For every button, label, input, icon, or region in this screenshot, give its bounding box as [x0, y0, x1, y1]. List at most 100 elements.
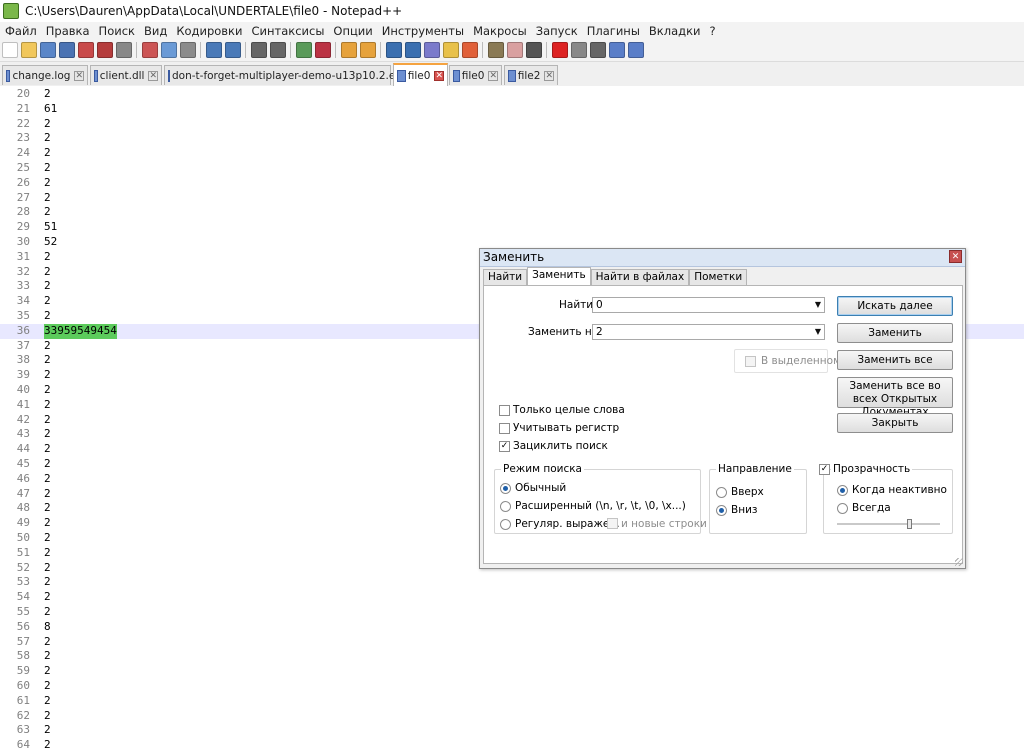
- replace-icon[interactable]: [270, 42, 286, 58]
- menu-item-3[interactable]: Вид: [144, 24, 167, 38]
- tab-close-icon[interactable]: ✕: [434, 70, 444, 81]
- tab-close-icon[interactable]: ✕: [74, 70, 84, 81]
- dialog-tab-0[interactable]: Найти: [483, 269, 528, 286]
- line-text[interactable]: 2: [44, 694, 51, 709]
- line-text[interactable]: 2: [44, 709, 51, 724]
- replace-button[interactable]: Заменить: [837, 323, 953, 343]
- print-icon[interactable]: [116, 42, 132, 58]
- document-map-icon[interactable]: [462, 42, 478, 58]
- indent-guide-icon[interactable]: [424, 42, 440, 58]
- line-text[interactable]: 2: [44, 161, 51, 176]
- user-language-icon[interactable]: [443, 42, 459, 58]
- sync-horizontal-icon[interactable]: [360, 42, 376, 58]
- editor-line[interactable]: 26 2: [0, 176, 1024, 191]
- menu-item-0[interactable]: Файл: [5, 24, 37, 38]
- line-text[interactable]: 2: [44, 131, 51, 146]
- editor-line[interactable]: 57 2: [0, 635, 1024, 650]
- editor-line[interactable]: 24 2: [0, 146, 1024, 161]
- zoom-out-icon[interactable]: [315, 42, 331, 58]
- transparency-always-radio[interactable]: [837, 503, 848, 514]
- editor-line[interactable]: 64 2: [0, 738, 1024, 753]
- line-text[interactable]: 2: [44, 590, 51, 605]
- line-text[interactable]: 2: [44, 427, 51, 442]
- line-text[interactable]: 2: [44, 191, 51, 206]
- editor-line[interactable]: 20 2: [0, 87, 1024, 102]
- direction-up-radio[interactable]: [716, 487, 727, 498]
- tab-close-icon[interactable]: ✕: [544, 70, 554, 81]
- direction-down-radio[interactable]: [716, 505, 727, 516]
- find-icon[interactable]: [251, 42, 267, 58]
- dialog-tab-2[interactable]: Найти в файлах: [590, 269, 690, 286]
- editor-line[interactable]: 63 2: [0, 723, 1024, 738]
- line-text[interactable]: 2: [44, 339, 51, 354]
- line-text[interactable]: 2: [44, 575, 51, 590]
- find-input[interactable]: 0 ▼: [592, 297, 825, 313]
- editor-line[interactable]: 59 2: [0, 664, 1024, 679]
- line-text[interactable]: 2: [44, 117, 51, 132]
- editor-line[interactable]: 29 51: [0, 220, 1024, 235]
- whole-word-checkbox[interactable]: [499, 405, 510, 416]
- show-all-chars-icon[interactable]: [405, 42, 421, 58]
- line-text[interactable]: 2: [44, 605, 51, 620]
- sync-vertical-icon[interactable]: [341, 42, 357, 58]
- line-text[interactable]: 2: [44, 294, 51, 309]
- line-text[interactable]: 2: [44, 279, 51, 294]
- copy-icon[interactable]: [161, 42, 177, 58]
- line-text[interactable]: 2: [44, 205, 51, 220]
- editor-line[interactable]: 27 2: [0, 191, 1024, 206]
- transparency-inactive-radio[interactable]: [837, 485, 848, 496]
- line-text[interactable]: 51: [44, 220, 57, 235]
- menu-item-7[interactable]: Инструменты: [382, 24, 464, 38]
- close-icon[interactable]: [78, 42, 94, 58]
- line-text[interactable]: 2: [44, 146, 51, 161]
- run-macro-multiple-icon[interactable]: [609, 42, 625, 58]
- tab-1[interactable]: client.dll ✕: [90, 65, 162, 85]
- editor-line[interactable]: 62 2: [0, 709, 1024, 724]
- dialog-title-bar[interactable]: Заменить ✕: [480, 249, 965, 267]
- save-icon[interactable]: [40, 42, 56, 58]
- extended-mode-radio[interactable]: [500, 501, 511, 512]
- play-macro-icon[interactable]: [590, 42, 606, 58]
- open-file-icon[interactable]: [21, 42, 37, 58]
- tab-2[interactable]: don-t-forget-multiplayer-demo-u13p10.2.e…: [164, 65, 422, 85]
- replace-all-in-open-docs-button[interactable]: Заменить все во всех Открытых Документах: [837, 377, 953, 418]
- line-text[interactable]: 2: [44, 250, 51, 265]
- undo-icon[interactable]: [206, 42, 222, 58]
- zoom-in-icon[interactable]: [296, 42, 312, 58]
- transparency-slider-track[interactable]: [837, 523, 940, 526]
- find-next-button[interactable]: Искать далее: [837, 296, 953, 316]
- line-text[interactable]: 33959549454: [44, 323, 117, 339]
- line-text[interactable]: 2: [44, 457, 51, 472]
- editor-line[interactable]: 53 2: [0, 575, 1024, 590]
- paste-icon[interactable]: [180, 42, 196, 58]
- tab-close-icon[interactable]: ✕: [488, 70, 498, 81]
- line-text[interactable]: 2: [44, 309, 51, 324]
- menu-item-6[interactable]: Опции: [333, 24, 372, 38]
- dialog-close-icon[interactable]: ✕: [949, 250, 962, 263]
- menu-item-11[interactable]: Вкладки: [649, 24, 701, 38]
- menu-item-4[interactable]: Кодировки: [176, 24, 242, 38]
- redo-icon[interactable]: [225, 42, 241, 58]
- line-text[interactable]: 2: [44, 723, 51, 738]
- line-text[interactable]: 2: [44, 398, 51, 413]
- line-text[interactable]: 61: [44, 102, 57, 117]
- resize-grip-icon[interactable]: [955, 558, 963, 566]
- replace-input[interactable]: 2 ▼: [592, 324, 825, 340]
- menu-item-5[interactable]: Синтаксисы: [251, 24, 324, 38]
- line-text[interactable]: 2: [44, 176, 51, 191]
- transparency-checkbox[interactable]: ✓: [819, 464, 830, 475]
- line-text[interactable]: 2: [44, 487, 51, 502]
- cut-icon[interactable]: [142, 42, 158, 58]
- tab-5[interactable]: file2 ✕: [504, 65, 558, 85]
- tab-0[interactable]: change.log ✕: [2, 65, 88, 85]
- line-text[interactable]: 2: [44, 679, 51, 694]
- editor-line[interactable]: 28 2: [0, 205, 1024, 220]
- new-file-icon[interactable]: [2, 42, 18, 58]
- save-macro-icon[interactable]: [628, 42, 644, 58]
- menu-item-2[interactable]: Поиск: [99, 24, 135, 38]
- editor-line[interactable]: 25 2: [0, 161, 1024, 176]
- editor-line[interactable]: 55 2: [0, 605, 1024, 620]
- regex-mode-radio[interactable]: [500, 519, 511, 530]
- line-text[interactable]: 2: [44, 265, 51, 280]
- wrap-around-checkbox[interactable]: ✓: [499, 441, 510, 452]
